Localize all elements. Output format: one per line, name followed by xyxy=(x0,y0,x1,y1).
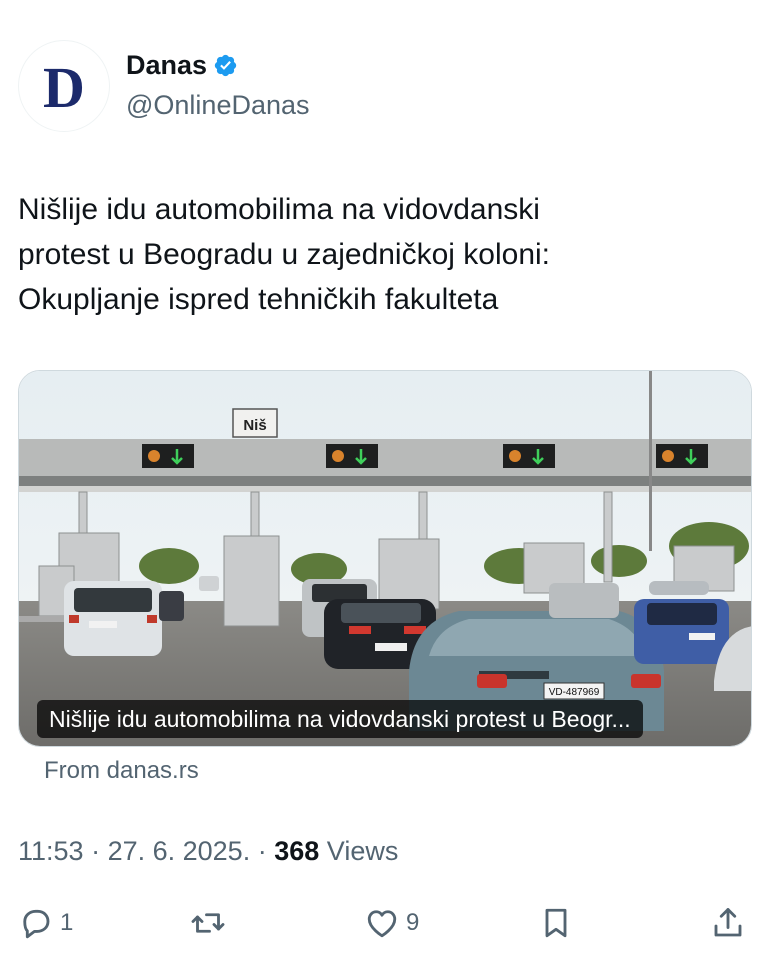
repost-icon xyxy=(191,913,225,933)
like-button[interactable]: 9 xyxy=(364,898,419,948)
heart-icon xyxy=(367,910,397,938)
avatar[interactable]: D xyxy=(18,40,110,132)
bookmark-icon xyxy=(545,908,567,938)
handle[interactable]: @OnlineDanas xyxy=(126,90,310,121)
bookmark-button[interactable] xyxy=(538,898,574,948)
tweet-line: Okupljanje ispred tehničkih fakulteta xyxy=(18,283,499,316)
reply-button[interactable]: 1 xyxy=(18,898,73,948)
avatar-logo: D xyxy=(43,55,85,120)
meta-separator: · xyxy=(91,836,108,866)
reply-icon xyxy=(23,909,50,939)
license-plate-text: VD-487969 xyxy=(549,687,600,698)
repost-button[interactable] xyxy=(190,898,232,948)
tweet-header: D Danas @OnlineDanas xyxy=(18,40,758,132)
toll-sign-text: Niš xyxy=(243,417,266,434)
share-button[interactable] xyxy=(710,898,746,948)
verified-badge-icon xyxy=(214,54,237,77)
tweet-text: Nišlije idu automobilima na vidovdanski … xyxy=(18,187,753,322)
card-source[interactable]: From danas.rs xyxy=(44,757,199,785)
share-icon xyxy=(714,908,742,937)
like-count: 9 xyxy=(406,909,420,936)
name-row: Danas xyxy=(126,50,238,81)
tweet-line: protest u Beogradu u zajedničkoj koloni: xyxy=(18,238,551,271)
card-caption[interactable]: Nišlije idu automobilima na vidovdanski … xyxy=(37,700,643,738)
views-label: Views xyxy=(326,836,399,866)
tweet-time[interactable]: 11:53 xyxy=(18,836,84,866)
display-name[interactable]: Danas xyxy=(126,50,207,81)
views-count: 368 xyxy=(274,836,320,866)
link-card[interactable]: Niš VD-487969 Nišlije idu automobilima n… xyxy=(18,370,752,747)
tweet-line: Nišlije idu automobilima na vidovdanski xyxy=(18,193,540,226)
tweet-meta: 11:53 · 27. 6. 2025. · 368 Views xyxy=(18,836,398,867)
card-image: Niš VD-487969 xyxy=(19,371,751,746)
meta-separator: · xyxy=(257,836,275,866)
tweet-date[interactable]: 27. 6. 2025. xyxy=(108,836,251,866)
action-bar: 1 9 xyxy=(18,898,752,948)
reply-count: 1 xyxy=(60,909,74,936)
